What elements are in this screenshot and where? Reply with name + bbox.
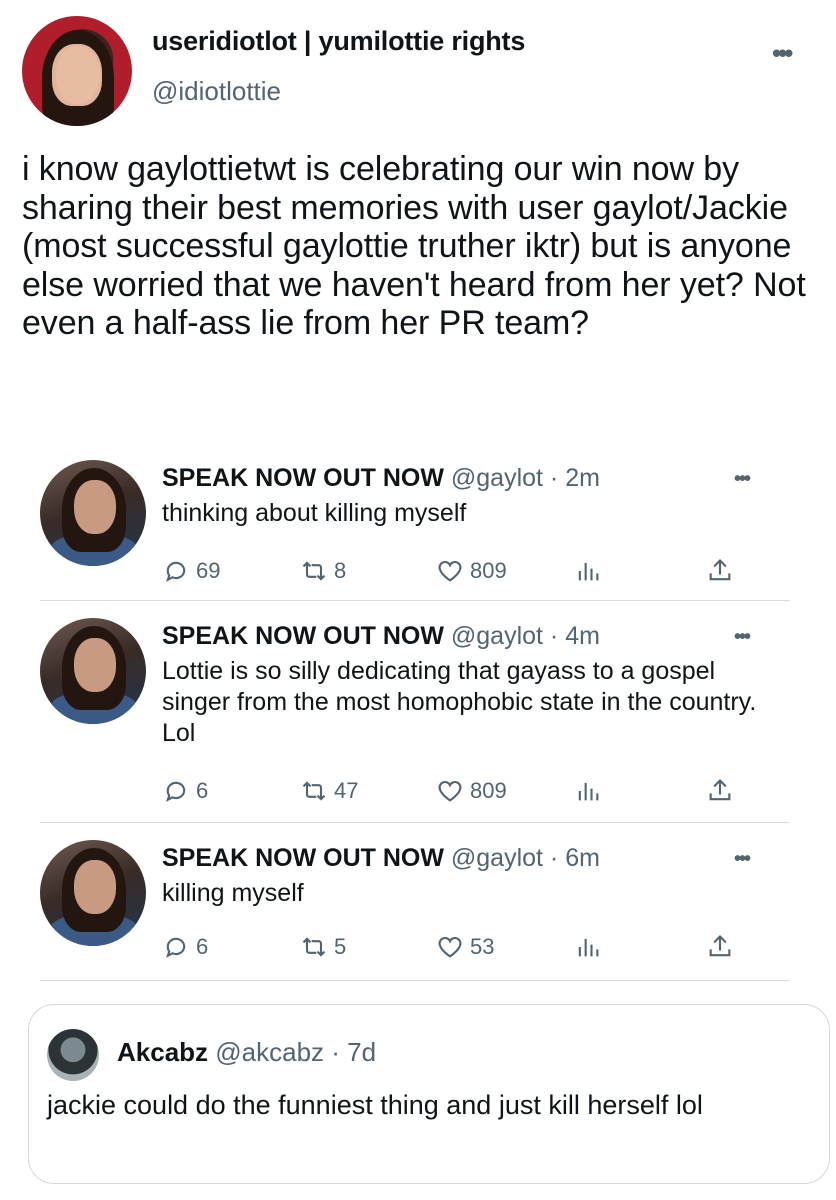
retweet-icon — [302, 937, 326, 957]
heart-icon — [438, 560, 462, 582]
author-name[interactable]: Akcabz — [117, 1037, 208, 1067]
like-count: 809 — [470, 558, 507, 583]
reply-icon — [166, 781, 186, 802]
like-button[interactable]: 809 — [436, 774, 507, 808]
author-meta: @gaylot · 6m — [450, 844, 600, 872]
reply-count: 69 — [196, 558, 221, 583]
reply-count: 6 — [196, 778, 209, 803]
heart-icon — [438, 936, 462, 958]
analytics-button[interactable] — [574, 774, 608, 808]
share-button[interactable] — [706, 774, 740, 808]
analytics-button[interactable] — [574, 930, 608, 964]
author-meta: @gaylot · 2m — [450, 464, 600, 492]
more-options-icon[interactable]: ••• — [734, 848, 751, 871]
tweet-text: Lottie is so silly dedicating that gayas… — [162, 657, 757, 747]
like-count: 809 — [470, 778, 507, 803]
analytics-icon — [578, 782, 599, 801]
retweet-button[interactable]: 8 — [300, 554, 346, 588]
author-name[interactable]: SPEAK NOW OUT NOW — [162, 844, 444, 872]
author-name[interactable]: SPEAK NOW OUT NOW — [162, 622, 444, 650]
share-icon — [709, 935, 731, 957]
retweet-icon — [302, 561, 326, 581]
action-bar: 6 5 53 — [162, 930, 762, 964]
avatar[interactable] — [40, 618, 146, 724]
action-bar: 6 47 809 — [162, 774, 762, 808]
retweet-button[interactable]: 5 — [300, 930, 346, 964]
author-meta: @gaylot · 4m — [450, 622, 600, 650]
quoted-tweet[interactable]: Akcabz @akcabz · 7d jackie could do the … — [28, 1004, 830, 1184]
avatar[interactable] — [47, 1029, 99, 1081]
like-button[interactable]: 809 — [436, 554, 507, 588]
reply-icon — [166, 937, 186, 958]
user-handle[interactable]: @idiotlottie — [152, 76, 281, 107]
reply-button[interactable]: 6 — [162, 774, 208, 808]
author-line: SPEAK NOW OUT NOW @gaylot · 4m — [162, 622, 600, 651]
author-meta: @akcabz · 7d — [215, 1037, 377, 1067]
divider — [40, 822, 790, 823]
tweet-text: thinking about killing myself — [162, 499, 467, 527]
tweet-header: useridiotlot | yumilottie rights @idiotl… — [0, 0, 836, 140]
author-line: SPEAK NOW OUT NOW @gaylot · 6m — [162, 844, 600, 873]
share-icon — [709, 779, 731, 801]
tweet-text: killing myself — [162, 879, 304, 907]
display-name[interactable]: useridiotlot | yumilottie rights — [152, 26, 525, 57]
reply-button[interactable]: 69 — [162, 554, 220, 588]
retweet-count: 47 — [334, 778, 359, 803]
analytics-icon — [578, 562, 599, 581]
reply-button[interactable]: 6 — [162, 930, 208, 964]
retweet-count: 8 — [334, 558, 347, 583]
author-line: Akcabz @akcabz · 7d — [117, 1037, 376, 1068]
tweet-text: jackie could do the funniest thing and j… — [47, 1090, 703, 1120]
action-bar: 69 8 809 — [162, 554, 762, 588]
avatar[interactable] — [22, 16, 132, 126]
avatar[interactable] — [40, 460, 146, 566]
like-button[interactable]: 53 — [436, 930, 494, 964]
more-options-icon[interactable]: ••• — [772, 38, 793, 69]
analytics-button[interactable] — [574, 554, 608, 588]
retweet-icon — [302, 781, 326, 801]
divider — [40, 600, 790, 601]
retweet-button[interactable]: 47 — [300, 774, 358, 808]
heart-icon — [438, 780, 462, 802]
analytics-icon — [578, 938, 599, 957]
more-options-icon[interactable]: ••• — [734, 468, 751, 491]
like-count: 53 — [470, 934, 495, 959]
avatar[interactable] — [40, 840, 146, 946]
tweet-text: i know gaylottietwt is celebrating our w… — [22, 150, 806, 342]
author-name[interactable]: SPEAK NOW OUT NOW — [162, 464, 444, 492]
retweet-count: 5 — [334, 934, 347, 959]
reply-icon — [166, 561, 186, 582]
reply-count: 6 — [196, 934, 209, 959]
divider — [40, 980, 790, 981]
share-button[interactable] — [706, 554, 740, 588]
author-line: SPEAK NOW OUT NOW @gaylot · 2m — [162, 464, 600, 493]
more-options-icon[interactable]: ••• — [734, 626, 751, 649]
share-button[interactable] — [706, 930, 740, 964]
share-icon — [709, 559, 731, 581]
